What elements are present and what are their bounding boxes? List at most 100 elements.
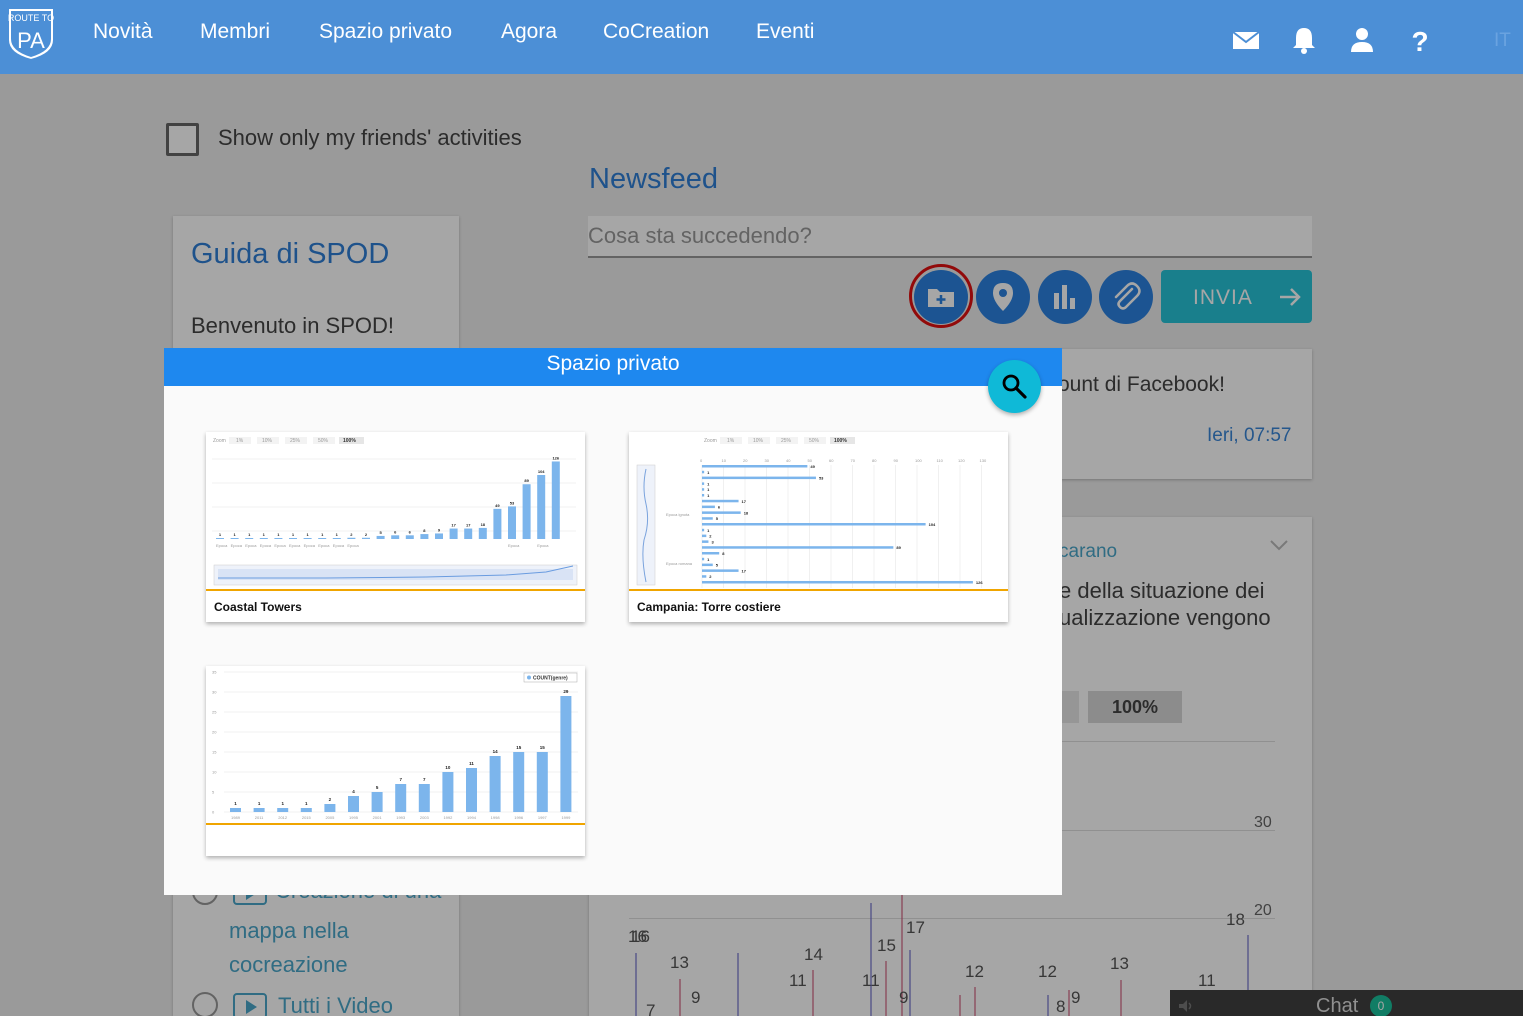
tick-label: 70 <box>851 458 856 463</box>
zoom-option: 100% <box>834 438 847 444</box>
tick-label: Epoca <box>260 543 272 548</box>
bar <box>702 557 705 561</box>
bar <box>230 808 241 812</box>
zoom-label: Zoom <box>213 438 226 444</box>
route-to-pa-logo[interactable]: ROUTE TO PA <box>2 2 60 62</box>
bar <box>493 508 502 539</box>
tick-label: 2003 <box>420 815 430 820</box>
bar <box>702 494 705 497</box>
data-label: 6 <box>409 529 412 534</box>
tick-label: 50 <box>808 458 813 463</box>
dataset-tile[interactable]: Zoom 1% 10% 25% 50% 100% 0 10 20 30 40 50 60 70… <box>629 432 1008 622</box>
data-label: 1 <box>292 532 295 537</box>
tick-label: 100 <box>915 458 922 463</box>
dataset-tile[interactable]: COUNT(genre) 35 30 25 20 15 10 5 0 1 1989 1 2011 1 2… <box>206 666 585 856</box>
zoom-option: 1% <box>236 438 244 444</box>
bar <box>702 470 705 474</box>
bar <box>442 772 454 812</box>
data-label: 1 <box>306 532 309 537</box>
data-label: 1 <box>219 532 222 537</box>
tick-label: 20 <box>743 458 748 463</box>
nav-item-membri[interactable]: Membri <box>200 20 270 44</box>
bar <box>289 538 297 539</box>
tick-label: Epoca <box>347 543 359 548</box>
data-label: 1 <box>305 801 308 806</box>
tile-label: Coastal Towers <box>214 600 302 614</box>
bar <box>702 575 707 578</box>
nav-item-novita[interactable]: Novità <box>93 20 153 44</box>
nav-item-agora[interactable]: Agora <box>501 20 557 44</box>
data-label: 7 <box>399 777 402 782</box>
data-label: 5 <box>376 785 379 790</box>
tick-label: 0 <box>700 458 703 463</box>
bar <box>702 563 713 567</box>
modal-header: Spazio privato <box>164 348 1062 386</box>
bar <box>702 517 713 520</box>
bar <box>464 528 473 539</box>
data-label: 18 <box>481 522 486 527</box>
tick-label: 2011 <box>255 815 264 820</box>
zoom-option: 25% <box>290 438 301 444</box>
nav-item-eventi[interactable]: Eventi <box>756 20 814 44</box>
tick-label: 30 <box>765 458 770 463</box>
nav-item-cocreation[interactable]: CoCreation <box>603 20 709 44</box>
help-icon[interactable]: ? <box>1404 24 1436 56</box>
bar <box>405 535 414 539</box>
bar <box>324 804 336 812</box>
tick-label: Epoca <box>318 543 330 548</box>
search-button[interactable] <box>988 360 1041 413</box>
tick-label: 1993 <box>396 815 406 820</box>
tick-label: 10 <box>722 458 727 463</box>
bar <box>702 488 705 491</box>
nav-item-spazio-privato[interactable]: Spazio privato <box>319 20 452 44</box>
chart-thumbnail: Zoom 1% 10% 25% 50% 100% 1111111112256 6… <box>206 432 585 591</box>
tick-label: Epoca <box>231 543 243 548</box>
data-label: 7 <box>423 777 426 782</box>
bar <box>376 535 385 539</box>
zoom-option: 50% <box>318 438 329 444</box>
bar <box>702 569 739 572</box>
data-label: 53 <box>819 476 824 481</box>
bar <box>537 475 546 539</box>
private-space-modal: Spazio privato Zoom 1% 10% 25% 50% 100% … <box>164 348 1062 895</box>
data-label: 14 <box>493 749 499 754</box>
data-label: 11 <box>469 761 474 766</box>
data-label: 6 <box>394 529 397 534</box>
tick-label: 1998 <box>491 815 501 820</box>
bar <box>371 792 383 812</box>
bar <box>347 537 356 539</box>
bar <box>560 696 572 812</box>
user-icon[interactable] <box>1346 24 1378 56</box>
language-selector[interactable]: IT <box>1494 30 1511 52</box>
bar <box>702 552 720 555</box>
data-label: 10 <box>445 765 451 770</box>
mail-icon[interactable] <box>1230 24 1262 56</box>
data-label: 15 <box>516 745 522 750</box>
bar <box>300 808 312 812</box>
data-label: 17 <box>466 523 471 528</box>
bar <box>702 476 816 480</box>
data-label: 126 <box>976 580 983 585</box>
bar <box>508 506 516 539</box>
bar-chart-thumbnail: Zoom 1% 10% 25% 50% 100% 1111111112256 6… <box>212 437 578 586</box>
data-label: 17 <box>742 568 747 573</box>
tick-label: Epoca <box>333 543 345 548</box>
data-label: 49 <box>495 503 500 508</box>
tick-label: Epoca <box>216 543 228 548</box>
data-label: 1 <box>707 528 710 533</box>
bar <box>332 538 341 539</box>
zoom-option: 25% <box>781 438 792 444</box>
modal-title: Spazio privato <box>546 352 680 375</box>
tick-label: 40 <box>786 458 791 463</box>
zoom-option: 50% <box>809 438 820 444</box>
tick-label: 15 <box>212 750 217 755</box>
bar <box>551 461 560 539</box>
dataset-tile[interactable]: Zoom 1% 10% 25% 50% 100% 1111111112256 6… <box>206 432 585 622</box>
data-label: 89 <box>524 478 529 483</box>
tick-label: 10 <box>212 770 217 775</box>
tick-label: 2005 <box>325 815 335 820</box>
tick-label: Epoca <box>304 543 316 548</box>
bar-chart-thumbnail: COUNT(genre) 35302520151050 119891201112… <box>212 670 578 820</box>
data-label: 89 <box>896 545 901 550</box>
bell-icon[interactable] <box>1288 24 1320 56</box>
